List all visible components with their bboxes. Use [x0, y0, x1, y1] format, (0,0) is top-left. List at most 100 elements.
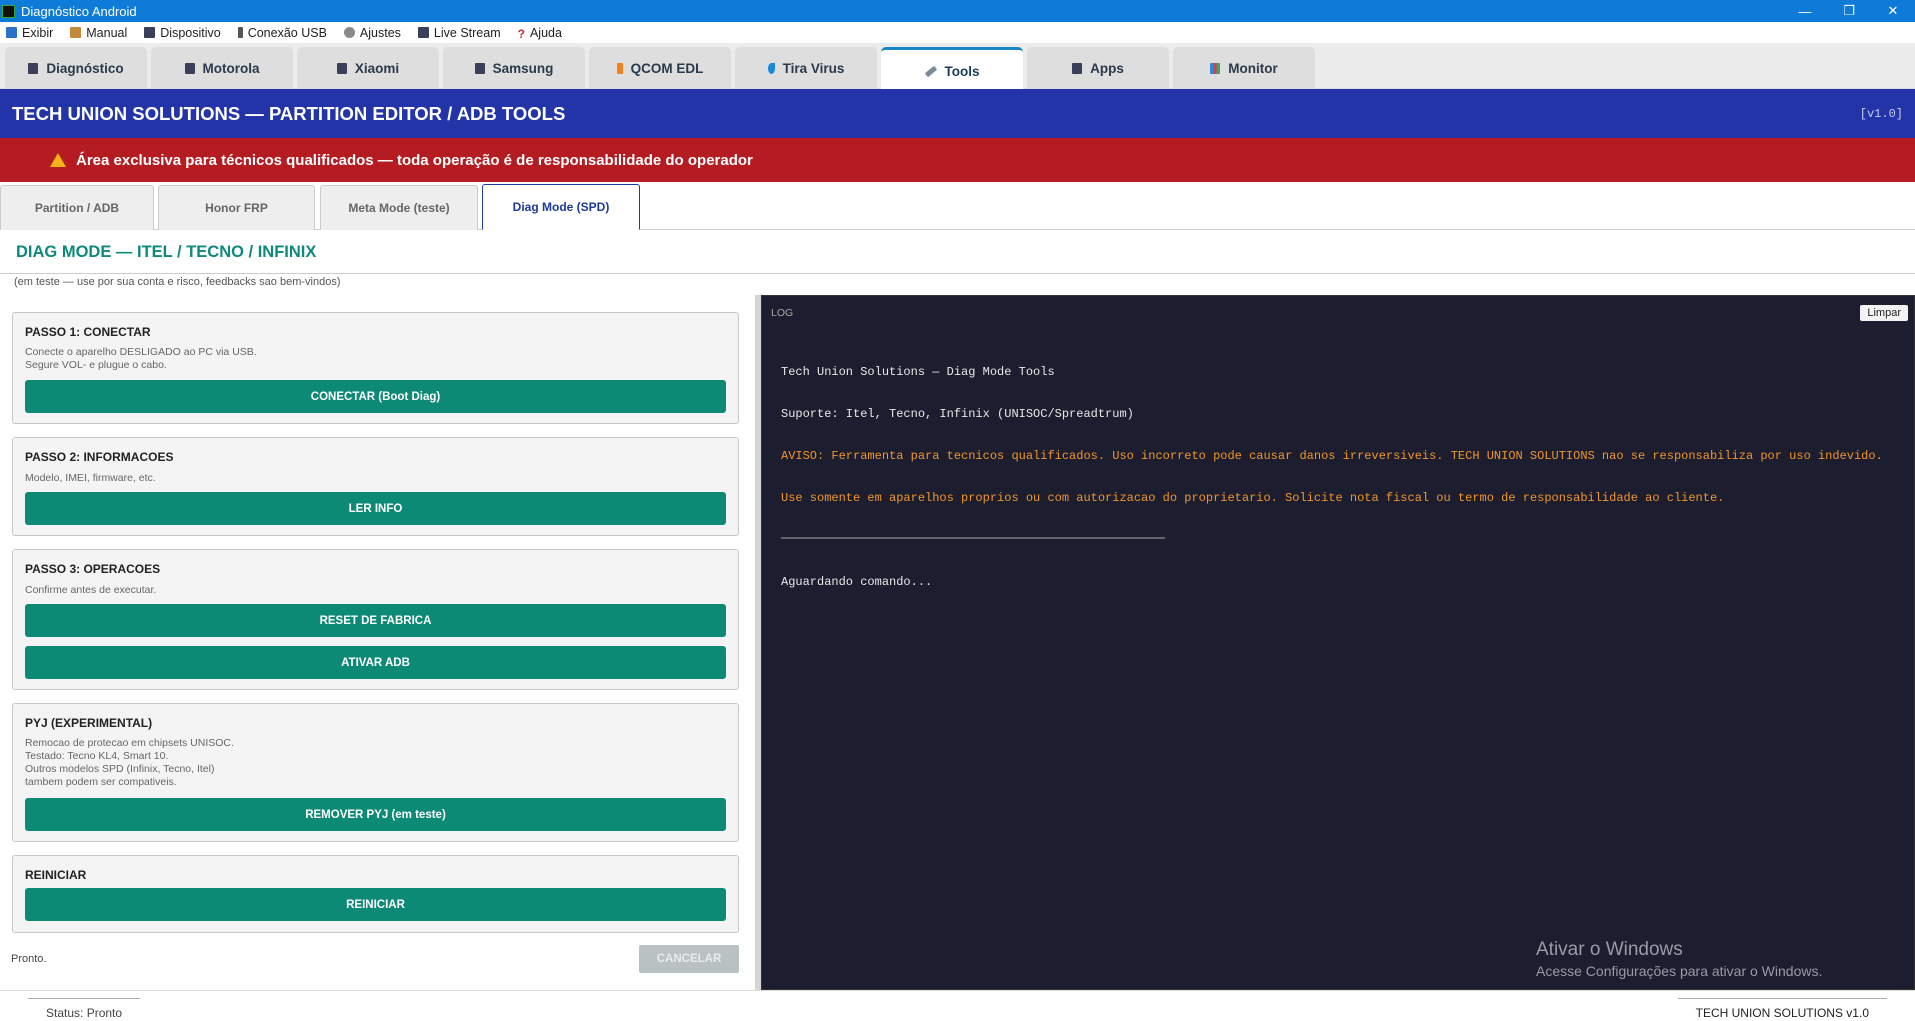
window-title: Diagnóstico Android — [21, 3, 137, 19]
menu-label: Ajuda — [529, 25, 562, 40]
lightning-icon — [616, 62, 623, 74]
warning-icon — [50, 153, 66, 167]
status-left: Status: Pronto — [28, 998, 141, 1020]
menu-dispositivo[interactable]: Dispositivo — [144, 26, 221, 40]
card-desc: Remocao de protecao em chipsets UNISOC. — [25, 737, 234, 749]
card-step2-info: PASSO 2: INFORMACOES Modelo, IMEI, firmw… — [12, 437, 739, 536]
sub-tabs: Partition / ADB Honor FRP Meta Mode (tes… — [0, 182, 1915, 230]
app-icon — [2, 4, 15, 18]
chart-icon — [1210, 62, 1221, 74]
subtab-honor-frp[interactable]: Honor FRP — [158, 185, 315, 230]
device-icon — [144, 27, 156, 38]
log-label: LOG — [771, 307, 794, 319]
log-line: Aguardando comando... — [781, 575, 933, 589]
header-title: TECH UNION SOLUTIONS — PARTITION EDITOR … — [12, 102, 566, 124]
watermark-title: Ativar o Windows — [1536, 939, 1683, 960]
tab-tools[interactable]: Tools — [881, 47, 1023, 93]
status-text: Pronto. — [11, 953, 47, 965]
card-title: PASSO 2: INFORMACOES — [25, 450, 174, 464]
tab-samsung[interactable]: Samsung — [443, 47, 585, 89]
subtab-diag-mode[interactable]: Diag Mode (SPD) — [482, 184, 640, 230]
device-icon — [28, 62, 39, 74]
card-desc: Modelo, IMEI, firmware, etc. — [25, 472, 156, 484]
card-title: REINICIAR — [25, 868, 87, 882]
tab-motorola[interactable]: Motorola — [151, 47, 293, 89]
tab-label: Apps — [1090, 60, 1124, 76]
window-titlebar: Diagnóstico Android — ❐ ✕ — [0, 0, 1915, 22]
device-icon — [474, 62, 485, 74]
minimize-button[interactable]: — — [1783, 4, 1827, 19]
card-title: PASSO 3: OPERACOES — [25, 562, 161, 576]
question-icon: ? — [517, 27, 525, 41]
card-title: PYJ (EXPERIMENTAL) — [25, 716, 153, 730]
tab-apps[interactable]: Apps — [1027, 47, 1169, 89]
screen-icon — [417, 27, 429, 38]
card-pyj-experimental: PYJ (EXPERIMENTAL) Remocao de protecao e… — [12, 703, 739, 842]
title-divider — [0, 273, 1915, 274]
tab-label: Xiaomi — [354, 60, 400, 76]
tab-label: QCOM EDL — [630, 60, 704, 76]
log-line: Tech Union Solutions — Diag Mode Tools — [781, 365, 1055, 379]
tab-tira-virus[interactable]: Tira Virus — [735, 47, 877, 89]
main-tabs: Diagnóstico Motorola Xiaomi Samsung QCOM… — [0, 43, 1915, 93]
version-label: [v1.0] — [1859, 106, 1903, 121]
menu-manual[interactable]: Manual — [70, 26, 127, 40]
log-line: Suporte: Itel, Tecno, Infinix (UNISOC/Sp… — [781, 407, 1134, 421]
menu-conexao-usb[interactable]: Conexão USB — [237, 25, 327, 40]
menu-ajustes[interactable]: Ajustes — [343, 25, 401, 40]
usb-icon — [237, 27, 243, 38]
menu-exibir[interactable]: Exibir — [6, 26, 53, 40]
card-title: PASSO 1: CONECTAR — [25, 325, 151, 339]
menu-label: Conexão USB — [247, 25, 327, 40]
tab-label: Tira Virus — [782, 60, 845, 76]
card-desc: Confirme antes de executar. — [25, 584, 157, 596]
tab-label: Tools — [944, 64, 980, 79]
page-title: DIAG MODE — ITEL / TECNO / INFINIX — [16, 243, 317, 261]
page-header: TECH UNION SOLUTIONS — PARTITION EDITOR … — [0, 89, 1915, 138]
menu-label: Ajustes — [359, 25, 401, 40]
menu-live-stream[interactable]: Live Stream — [417, 25, 501, 40]
windows-activation-watermark: Ativar o Windows Acesse Configurações pa… — [1536, 939, 1822, 979]
gear-icon — [343, 27, 355, 38]
menu-label: Live Stream — [433, 25, 501, 40]
watermark-subtitle: Acesse Configurações para ativar o Windo… — [1536, 963, 1823, 979]
tab-monitor[interactable]: Monitor — [1173, 47, 1315, 89]
tab-xiaomi[interactable]: Xiaomi — [297, 47, 439, 89]
wrench-icon — [924, 65, 937, 78]
log-panel: LOG Limpar Tech Union Solutions — Diag M… — [761, 295, 1915, 990]
tab-label: Diagnóstico — [46, 60, 124, 76]
tab-label: Motorola — [202, 60, 260, 76]
status-right: TECH UNION SOLUTIONS v1.0 — [1677, 998, 1887, 1020]
monitor-icon — [6, 27, 17, 38]
tab-diagnostico[interactable]: Diagnóstico — [5, 47, 147, 89]
menu-ajuda[interactable]: ? Ajuda — [517, 25, 562, 42]
test-note: (em teste — use por sua conta e risco, f… — [14, 276, 341, 288]
card-desc: Outros modelos SPD (Infinix, Tecno, Itel… — [25, 763, 215, 775]
book-icon — [70, 27, 82, 38]
remove-pyj-button[interactable]: REMOVER PYJ (em teste) — [25, 798, 726, 831]
subtab-partition-adb[interactable]: Partition / ADB — [0, 185, 154, 230]
tab-label: Samsung — [492, 60, 554, 76]
card-restart: REINICIAR REINICIAR — [12, 855, 739, 933]
drop-icon — [767, 62, 775, 74]
status-bar: Status: Pronto TECH UNION SOLUTIONS v1.0 — [0, 990, 1915, 1021]
card-desc: tambem podem ser compativeis. — [25, 776, 177, 788]
tab-qcom-edl[interactable]: QCOM EDL — [589, 47, 731, 89]
tab-label: Monitor — [1228, 60, 1278, 76]
log-separator — [781, 537, 1165, 539]
clear-log-button[interactable]: Limpar — [1860, 305, 1908, 321]
read-info-button[interactable]: LER INFO — [25, 492, 726, 525]
factory-reset-button[interactable]: RESET DE FABRICA — [25, 604, 726, 637]
close-button[interactable]: ✕ — [1871, 3, 1915, 19]
device-icon — [184, 62, 195, 74]
menu-label: Manual — [86, 25, 128, 40]
enable-adb-button[interactable]: ATIVAR ADB — [25, 646, 726, 679]
connect-button[interactable]: CONECTAR (Boot Diag) — [25, 380, 726, 413]
warning-text: Área exclusiva para técnicos qualificado… — [76, 151, 753, 169]
restart-button[interactable]: REINICIAR — [25, 888, 726, 921]
subtab-meta-mode[interactable]: Meta Mode (teste) — [320, 185, 478, 230]
device-icon — [1072, 62, 1083, 74]
restore-button[interactable]: ❐ — [1827, 3, 1871, 19]
menu-label: Exibir — [22, 25, 54, 40]
cancel-button[interactable]: CANCELAR — [639, 945, 739, 973]
